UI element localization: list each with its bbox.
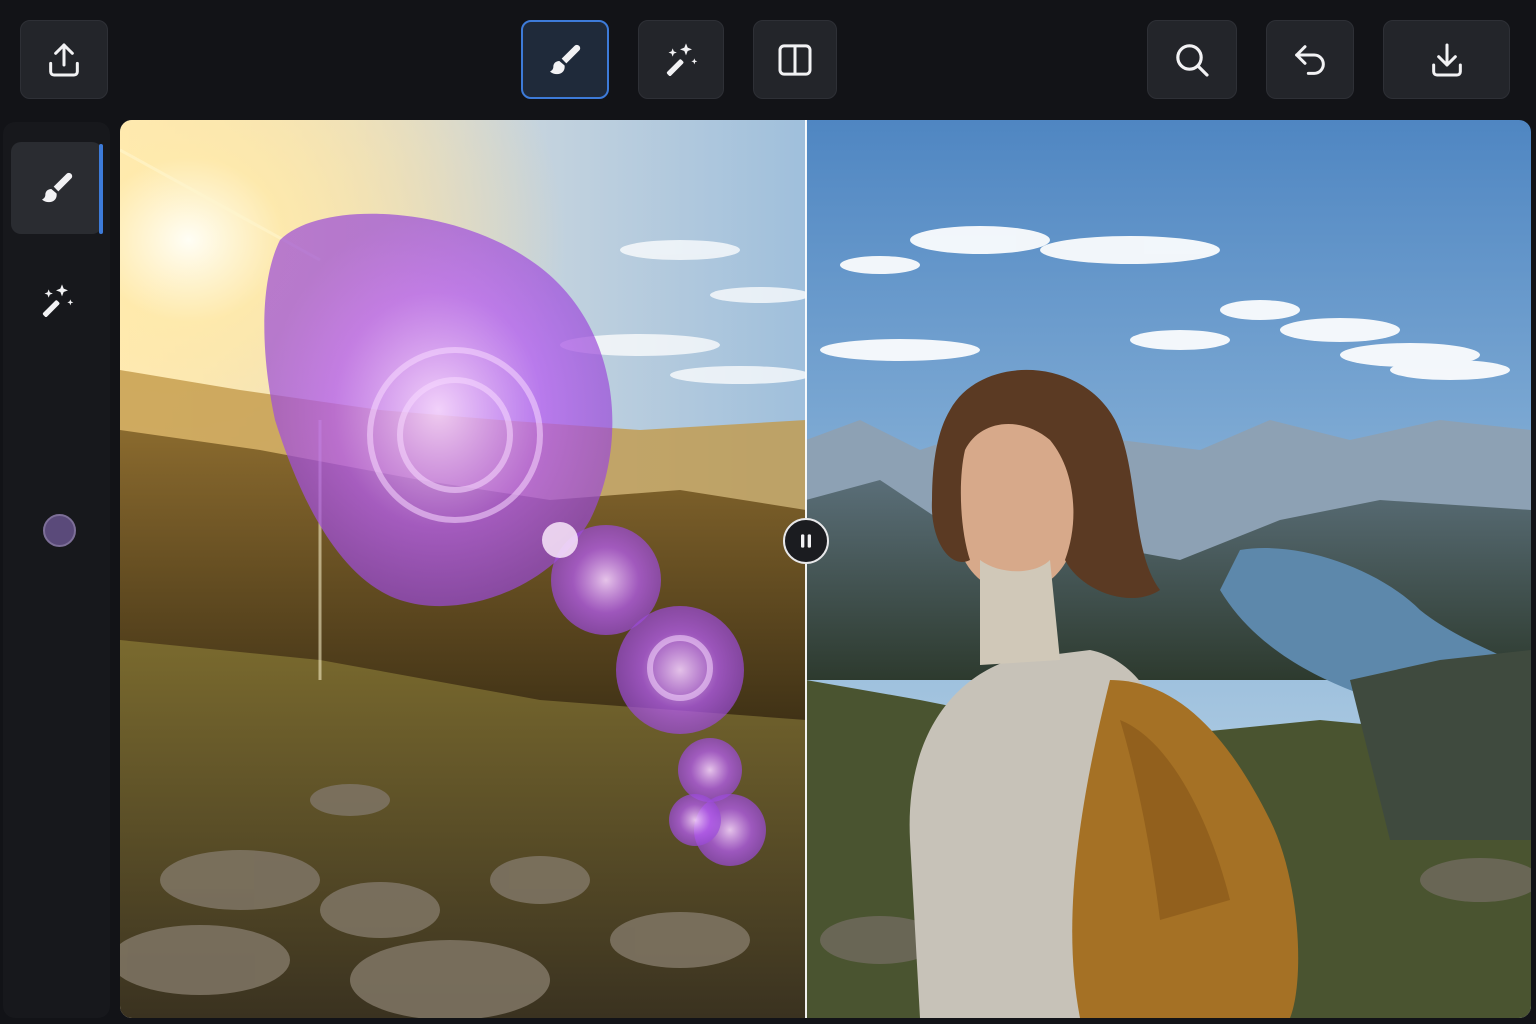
magic-wand-button[interactable]	[638, 20, 724, 99]
sidebar-magic-tool[interactable]	[11, 255, 102, 347]
brush-icon	[550, 44, 581, 74]
brush-color-swatch[interactable]	[43, 514, 76, 547]
download-button[interactable]	[1383, 20, 1510, 99]
active-tool-indicator	[99, 144, 103, 234]
brush-icon	[41, 172, 72, 203]
pause-icon	[801, 534, 811, 548]
sidebar-brush-tool[interactable]	[11, 142, 102, 234]
photo-scene	[120, 120, 1531, 1018]
compare-divider[interactable]	[805, 120, 807, 1018]
tool-sidebar	[3, 122, 110, 1018]
sparkles-icon	[42, 284, 73, 317]
magic-wand-icon	[666, 42, 698, 76]
undo-icon	[1295, 44, 1325, 75]
top-toolbar	[0, 0, 1536, 118]
upload-button[interactable]	[20, 20, 108, 99]
compare-slider-handle[interactable]	[783, 518, 829, 564]
upload-icon	[49, 43, 79, 76]
zoom-button[interactable]	[1147, 20, 1237, 99]
download-icon	[1431, 43, 1462, 76]
brush-tool-button[interactable]	[521, 20, 609, 99]
split-view-button[interactable]	[753, 20, 837, 99]
search-icon	[1176, 43, 1209, 77]
image-canvas[interactable]	[120, 120, 1531, 1018]
undo-button[interactable]	[1266, 20, 1354, 99]
split-view-icon	[778, 43, 812, 76]
